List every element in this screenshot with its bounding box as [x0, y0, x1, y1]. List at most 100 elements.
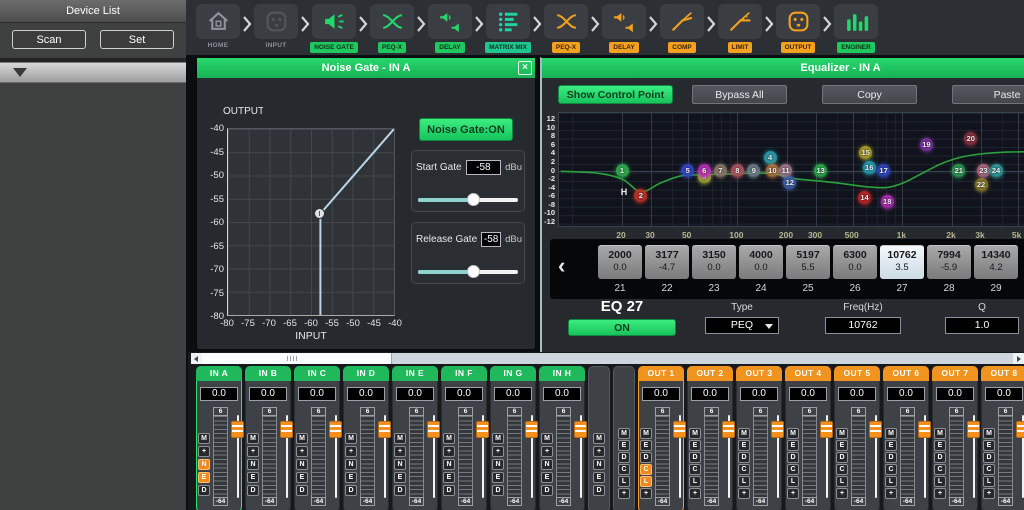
- toolbar-node-limit[interactable]: LIMIT: [718, 4, 762, 53]
- toolbar-node-input[interactable]: INPUT: [254, 4, 298, 49]
- channel-button-e[interactable]: E: [394, 472, 406, 483]
- channel-gain-value[interactable]: 0.0: [691, 387, 729, 401]
- channel-button-c[interactable]: C: [689, 464, 701, 475]
- channel-gain-value[interactable]: 0.0: [396, 387, 434, 401]
- start-gate-slider[interactable]: [418, 193, 518, 207]
- channel-button-d[interactable]: D: [345, 485, 357, 496]
- channel-button-l[interactable]: L: [618, 476, 630, 487]
- channel-button-n[interactable]: N: [198, 459, 210, 470]
- channel-header[interactable]: IN G: [490, 366, 536, 381]
- channel-header[interactable]: OUT 1: [638, 366, 684, 381]
- channel-strip-out-7[interactable]: OUT 70.0MEDCL+6-64: [932, 366, 978, 510]
- scroll-right-icon[interactable]: [1013, 353, 1024, 364]
- fader-handle[interactable]: [378, 421, 391, 438]
- eq-control-point-8[interactable]: 8: [731, 164, 744, 178]
- gate-threshold-point[interactable]: [314, 208, 325, 219]
- channel-button-m[interactable]: M: [541, 433, 553, 444]
- band-on-button[interactable]: ON: [568, 319, 676, 336]
- toolbar-node-delay[interactable]: DELAY: [428, 4, 472, 53]
- eq-control-point-23[interactable]: 23: [977, 164, 990, 178]
- channel-button-m[interactable]: M: [198, 433, 210, 444]
- slider-thumb[interactable]: [467, 265, 480, 278]
- channel-button-e[interactable]: E: [345, 472, 357, 483]
- channel-gain-value[interactable]: 0.0: [347, 387, 385, 401]
- fader-handle[interactable]: [231, 421, 244, 438]
- channel-button-d[interactable]: D: [296, 485, 308, 496]
- channel-button-l[interactable]: L: [689, 476, 701, 487]
- channel-button-plus[interactable]: +: [443, 446, 455, 457]
- band-cell-29[interactable]: 143404.2: [974, 245, 1018, 279]
- channel-button-l[interactable]: L: [787, 476, 799, 487]
- start-gate-value[interactable]: -58: [466, 160, 502, 175]
- toolbar-node-peq-x[interactable]: PEQ-X: [370, 4, 414, 53]
- channel-header[interactable]: OUT 4: [785, 366, 831, 381]
- fader-handle[interactable]: [722, 421, 735, 438]
- channel-button-m[interactable]: M: [593, 433, 605, 444]
- channel-button-d[interactable]: D: [593, 485, 605, 496]
- channel-gain-value[interactable]: 0.0: [200, 387, 238, 401]
- band-cell-28[interactable]: 7994-5.9: [927, 245, 971, 279]
- eq-control-point-13[interactable]: 13: [814, 164, 827, 178]
- channel-button-n[interactable]: N: [345, 459, 357, 470]
- channel-header[interactable]: IN F: [441, 366, 487, 381]
- channel-header[interactable]: IN D: [343, 366, 389, 381]
- channel-button-plus[interactable]: +: [593, 446, 605, 457]
- channel-gain-value[interactable]: 0.0: [985, 387, 1023, 401]
- channel-button-d[interactable]: D: [492, 485, 504, 496]
- eq-control-point-16[interactable]: 16: [863, 161, 876, 175]
- channel-button-n[interactable]: N: [394, 459, 406, 470]
- channel-button-m[interactable]: M: [443, 433, 455, 444]
- fader-handle[interactable]: [525, 421, 538, 438]
- channel-button-plus[interactable]: +: [738, 488, 750, 499]
- channel-button-d[interactable]: D: [885, 452, 897, 463]
- eq-control-point-22[interactable]: 22: [975, 178, 988, 192]
- close-icon[interactable]: ×: [518, 61, 532, 75]
- channel-strip-out-8[interactable]: OUT 80.0MEDCL+6-64: [981, 366, 1024, 510]
- channel-strip-in-b[interactable]: IN B0.0M+NED6-64: [245, 366, 291, 510]
- channel-header[interactable]: OUT 8: [981, 366, 1024, 381]
- band-scroll-left-icon[interactable]: ‹: [558, 251, 565, 281]
- channel-button-e[interactable]: E: [836, 440, 848, 451]
- channel-button-l[interactable]: L: [738, 476, 750, 487]
- q-input[interactable]: 1.0: [945, 317, 1019, 334]
- device-tree-expander[interactable]: [0, 62, 186, 83]
- channel-button-d[interactable]: D: [934, 452, 946, 463]
- channel-button-m[interactable]: M: [296, 433, 308, 444]
- channel-gain-value[interactable]: 0.0: [838, 387, 876, 401]
- channel-button-m[interactable]: M: [787, 428, 799, 439]
- channel-button-c[interactable]: C: [885, 464, 897, 475]
- master-strip-1[interactable]: M+NED: [588, 366, 610, 510]
- channel-button-l[interactable]: L: [640, 476, 652, 487]
- fader-handle[interactable]: [967, 421, 980, 438]
- channel-button-m[interactable]: M: [738, 428, 750, 439]
- channel-button-m[interactable]: M: [640, 428, 652, 439]
- channel-button-n[interactable]: N: [541, 459, 553, 470]
- channel-button-d[interactable]: D: [836, 452, 848, 463]
- channel-button-m[interactable]: M: [885, 428, 897, 439]
- channel-button-e[interactable]: E: [689, 440, 701, 451]
- channel-button-l[interactable]: L: [934, 476, 946, 487]
- channel-button-d[interactable]: D: [541, 485, 553, 496]
- copy-button[interactable]: Copy: [822, 85, 917, 104]
- eq-control-point-6[interactable]: 6: [698, 164, 711, 178]
- channel-button-e[interactable]: E: [296, 472, 308, 483]
- channel-button-e[interactable]: E: [443, 472, 455, 483]
- channel-button-d[interactable]: D: [618, 452, 630, 463]
- channel-button-e[interactable]: E: [492, 472, 504, 483]
- channel-header[interactable]: OUT 3: [736, 366, 782, 381]
- channel-button-plus[interactable]: +: [618, 488, 630, 499]
- channel-button-e[interactable]: E: [885, 440, 897, 451]
- channel-button-m[interactable]: M: [345, 433, 357, 444]
- channel-button-plus[interactable]: +: [640, 488, 652, 499]
- band-cell-24[interactable]: 40000.0: [739, 245, 783, 279]
- channel-strip-in-a[interactable]: IN A0.0M+NED6-64: [196, 366, 242, 510]
- fader-handle[interactable]: [280, 421, 293, 438]
- channel-header[interactable]: OUT 2: [687, 366, 733, 381]
- channel-button-d[interactable]: D: [640, 452, 652, 463]
- channel-button-c[interactable]: C: [618, 464, 630, 475]
- channel-button-m[interactable]: M: [836, 428, 848, 439]
- toolbar-node-output[interactable]: OUTPUT: [776, 4, 820, 53]
- channel-strip-out-5[interactable]: OUT 50.0MEDCL+6-64: [834, 366, 880, 510]
- channel-button-plus[interactable]: +: [983, 488, 995, 499]
- type-dropdown[interactable]: PEQ: [705, 317, 779, 334]
